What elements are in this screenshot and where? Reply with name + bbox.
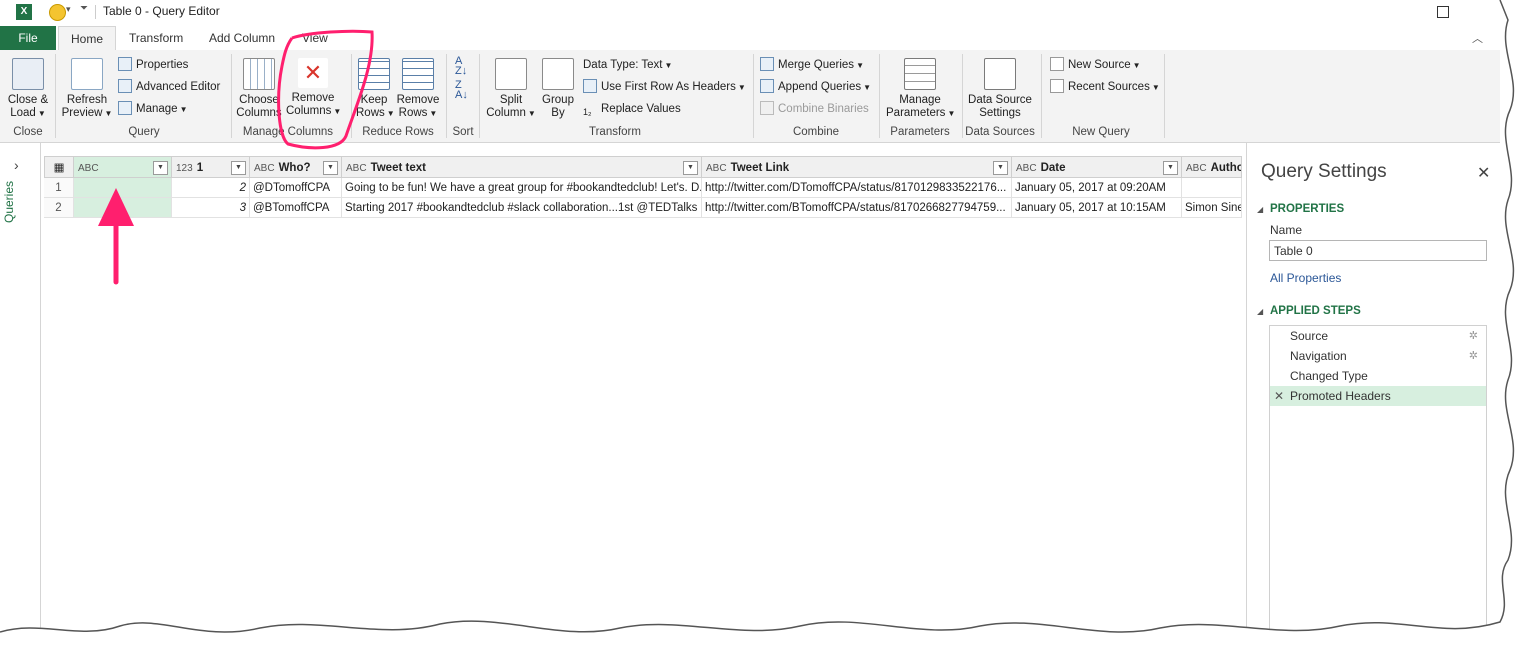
torn-edge-border [0, 0, 1530, 656]
